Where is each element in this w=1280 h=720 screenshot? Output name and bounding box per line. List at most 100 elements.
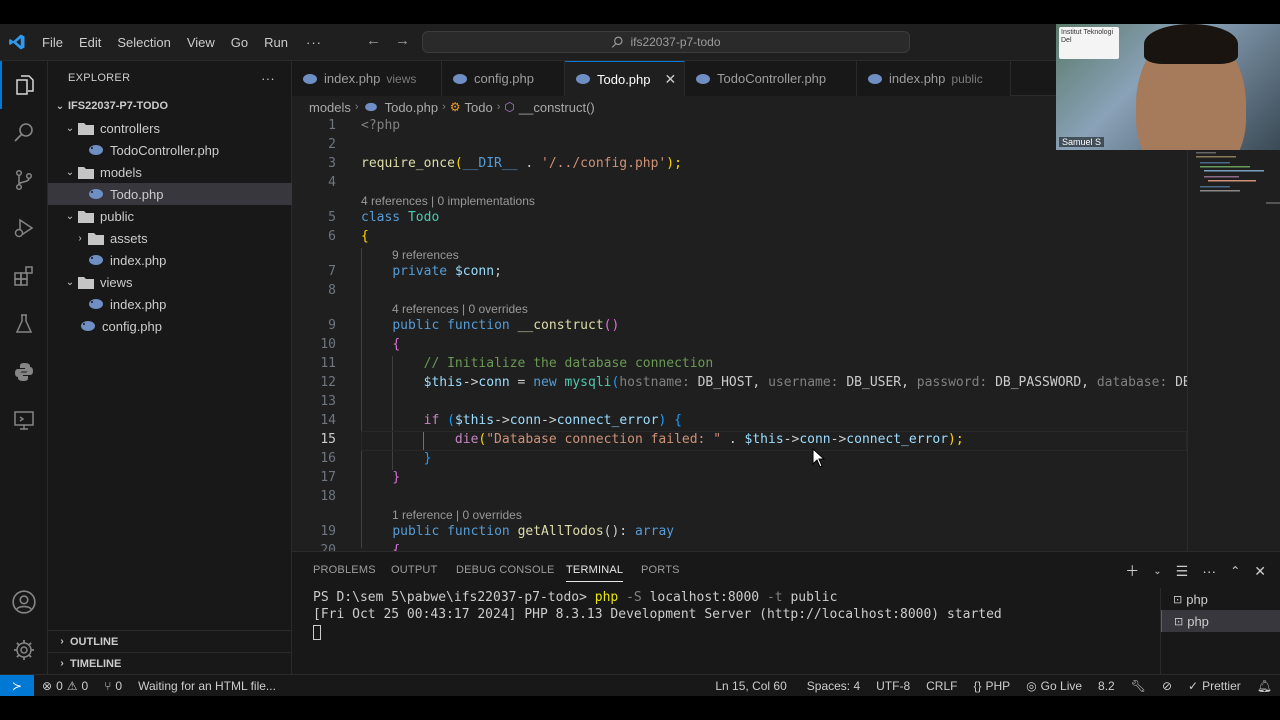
explorer-icon[interactable] [0,61,48,109]
close-panel-icon[interactable]: ✕ [1254,563,1266,580]
line-number: 14 [320,413,336,428]
menu-file[interactable]: File [34,35,71,50]
run-debug-icon[interactable] [0,204,48,252]
problems-indicator[interactable]: ⊗ 0 ⚠ 0 [34,679,96,693]
tree-label: index.php [110,252,167,268]
terminal-command-line[interactable]: PS D:\sem 5\pabwe\ifs22037-p7-todo> php … [313,590,837,605]
file-config[interactable]: config.php [48,315,292,337]
tab-problems[interactable]: PROBLEMS [313,564,376,576]
folder-icon [78,120,94,136]
explorer-more-button[interactable]: ··· [261,71,275,86]
remote-explorer-icon[interactable] [0,396,48,444]
language-mode[interactable]: {} PHP [965,679,1018,693]
command-center-search[interactable]: ifs22037-p7-todo [422,31,910,53]
php-elephant-icon [80,318,96,334]
outline-section[interactable]: › OUTLINE [48,630,292,652]
folder-icon [88,230,104,246]
tab-todo[interactable]: Todo.php ✕ [565,61,685,96]
ports-indicator[interactable]: ⑂ 0 [96,679,130,693]
breadcrumb-method[interactable]: __construct() [519,100,595,115]
breadcrumb: models › Todo.php › ⚙ Todo › ⬡ __constru… [292,96,1182,118]
tree-label: controllers [100,120,160,136]
line-number: 18 [320,489,336,504]
indentation[interactable]: Spaces: 4 [799,679,868,693]
minimap[interactable] [1187,118,1280,551]
folder-models[interactable]: ⌄ models [48,161,292,183]
tab-output[interactable]: OUTPUT [391,564,437,576]
bell-icon[interactable]: 🔔︎ [1249,679,1280,693]
line-number: 13 [320,394,336,409]
timeline-section[interactable]: › TIMELINE [48,652,292,674]
tab-terminal[interactable]: TERMINAL [566,564,624,582]
extensions-icon[interactable] [0,252,48,300]
code-editor[interactable]: 1 2 3 4 5 6 7 8 9 10 11 12 13 14 15 16 1… [292,118,1187,551]
line-endings[interactable]: CRLF [918,679,965,693]
tree-label: TodoController.php [110,142,220,158]
cursor-position[interactable]: Ln 15, Col 60 [703,679,798,693]
split-terminal-icon[interactable]: ☰ [1176,563,1189,580]
search-icon[interactable] [0,108,48,156]
tab-index-public[interactable]: index.php public [857,61,1011,96]
php-version[interactable]: 8.2 [1090,679,1123,693]
chevron-down-icon: ⌄ [65,122,75,134]
encoding[interactable]: UTF-8 [868,679,918,693]
terminal-instance-2[interactable]: ⊡ php [1161,610,1280,632]
more-actions-icon[interactable]: ··· [1202,563,1216,579]
terminal-instance-label: php [1186,591,1208,607]
menu-go[interactable]: Go [223,35,256,50]
menu-selection[interactable]: Selection [109,35,178,50]
maximize-panel-icon[interactable]: ⌃ [1230,564,1240,578]
broadcast-icon: ◎ [1026,678,1037,693]
remote-indicator-icon[interactable]: ≻ [0,674,34,697]
terminal-instance-1[interactable]: ⊡ php [1161,588,1280,610]
tab-index-views[interactable]: index.php views [292,61,442,96]
go-live-button[interactable]: ◎ Go Live [1018,679,1090,693]
menu-view[interactable]: View [179,35,223,50]
bottom-panel: PROBLEMS OUTPUT DEBUG CONSOLE TERMINAL P… [292,551,1280,675]
file-public-index[interactable]: index.php [48,249,292,271]
notifications-off-icon[interactable]: ⊘ [1154,679,1180,693]
menu-edit[interactable]: Edit [71,35,109,50]
file-views-index[interactable]: index.php [48,293,292,315]
codelens-references[interactable]: 1 reference | 0 overrides [392,508,522,522]
workspace-root[interactable]: ⌄ IFS22037-P7-TODO [48,95,292,117]
back-arrow-icon[interactable]: ← [366,32,381,49]
breadcrumb-file[interactable]: Todo.php [385,100,439,115]
chevron-down-icon[interactable]: ⌄ [1153,566,1161,577]
file-todo[interactable]: Todo.php [48,183,292,205]
wrench-icon[interactable]: 🔧︎ [1123,679,1154,693]
folder-assets[interactable]: › assets [48,227,292,249]
folder-public[interactable]: ⌄ public [48,205,292,227]
tab-ports[interactable]: PORTS [641,564,680,576]
folder-controllers[interactable]: ⌄ controllers [48,117,292,139]
code-line-1: <?php [361,118,401,133]
python-icon[interactable] [0,348,48,396]
file-todocontroller[interactable]: TodoController.php [48,139,292,161]
codelens-references[interactable]: 4 references | 0 implementations [361,194,535,208]
code-line-17: } [392,470,401,485]
codelens-references[interactable]: 9 references [392,248,459,262]
menu-more-button[interactable]: ··· [296,35,332,50]
close-icon[interactable]: ✕ [665,71,677,88]
line-number: 1 [328,118,336,133]
codelens-references[interactable]: 4 references | 0 overrides [392,302,528,316]
mouse-pointer-icon [812,448,826,468]
settings-gear-icon[interactable] [0,626,48,674]
testing-flask-icon[interactable] [0,300,48,348]
breadcrumb-class[interactable]: Todo [465,100,493,115]
prettier-button[interactable]: ✓ Prettier [1180,679,1249,693]
tab-todocontroller[interactable]: TodoController.php [685,61,857,96]
forward-arrow-icon[interactable]: → [395,32,410,49]
status-bar: ≻ ⊗ 0 ⚠ 0 ⑂ 0 Waiting for an HTML file... L… [0,674,1280,697]
code-line-5: class Todo [361,210,440,225]
source-control-icon[interactable] [0,156,48,204]
folder-views[interactable]: ⌄ views [48,271,292,293]
account-icon[interactable] [0,578,48,626]
tab-debug-console[interactable]: DEBUG CONSOLE [456,564,555,576]
chevron-down-icon: ⌄ [65,210,75,222]
breadcrumb-folder[interactable]: models [309,100,351,115]
menu-run[interactable]: Run [256,35,296,50]
line-number: 6 [328,229,336,244]
tab-config[interactable]: config.php [442,61,565,96]
new-terminal-plus-icon[interactable]: ＋ [1125,561,1139,581]
